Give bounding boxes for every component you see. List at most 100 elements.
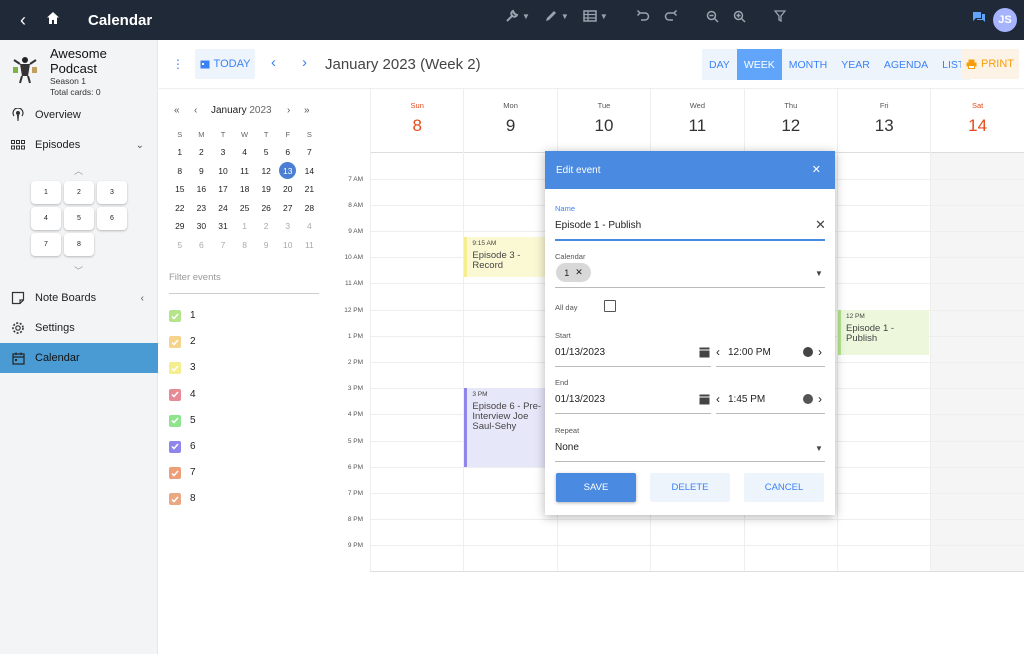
print-button[interactable]: PRINT [961,49,1019,79]
episode-tile[interactable]: 5 [64,207,94,230]
episode-tile[interactable]: 8 [64,233,94,256]
day-header-wed[interactable]: Wed 11 [650,89,743,153]
mini-day[interactable]: 30 [191,217,213,236]
delete-button[interactable]: DELETE [650,473,730,502]
nav-note-boards[interactable]: Note Boards ‹ [0,284,158,312]
calendar-filter-item[interactable]: 8 [169,493,196,519]
day-header-mon[interactable]: Mon 9 [463,89,556,153]
mini-day[interactable]: 1 [234,217,256,236]
mini-day[interactable]: 27 [277,199,299,218]
calendar-filter-item[interactable]: 2 [169,336,196,362]
calendar-event[interactable]: 12 PM Episode 1 - Publish [838,309,930,356]
episode-tile[interactable]: 7 [31,233,61,256]
chevron-down-icon[interactable]: ⌄ [136,140,144,151]
cancel-button[interactable]: CANCEL [744,473,824,502]
end-date-field[interactable]: 01/13/2023 [555,394,605,405]
start-time-prev-icon[interactable]: ‹ [716,345,720,359]
next-year-icon[interactable]: » [304,105,310,116]
zoom-in-icon[interactable] [733,10,746,23]
more-vert-icon[interactable]: ⋮ [172,57,184,71]
mini-day[interactable]: 8 [234,236,256,255]
mini-day[interactable]: 11 [299,236,321,255]
mini-day[interactable]: 6 [277,143,299,162]
calendar-filter-item[interactable]: 1 [169,310,196,336]
undo-icon[interactable] [636,10,650,22]
scroll-up-icon[interactable]: ︿ [74,164,83,177]
clear-icon[interactable]: ✕ [815,217,826,233]
calendar-filter-item[interactable]: 7 [169,467,196,493]
allday-checkbox[interactable] [604,300,616,312]
filter-icon[interactable] [773,10,786,22]
end-time-field[interactable]: 1:45 PM [728,394,765,405]
calendar-filter-item[interactable]: 6 [169,440,196,467]
user-avatar[interactable]: JS [993,8,1017,32]
date-picker-icon[interactable] [699,392,710,410]
date-picker-icon[interactable] [699,345,710,363]
start-time-field[interactable]: 12:00 PM [728,347,771,358]
mini-day[interactable]: 24 [212,199,234,218]
calendar-event[interactable]: 9:15 AM Episode 3 - Record [464,237,556,277]
scroll-down-icon[interactable]: ﹀ [74,264,83,277]
repeat-dropdown-icon[interactable]: ▼ [815,444,823,453]
mini-day[interactable]: 10 [212,162,234,181]
mini-day[interactable]: 9 [191,162,213,181]
clock-icon[interactable] [803,347,813,357]
repeat-select[interactable]: None [555,442,579,453]
mini-day-selected[interactable]: 13 [277,162,299,181]
prev-month-icon[interactable]: ‹ [194,105,197,116]
mini-day[interactable]: 18 [234,180,256,199]
nav-settings[interactable]: Settings [0,314,158,342]
calendar-filter-item[interactable]: 5 [169,414,196,441]
today-button[interactable]: TODAY [195,49,255,79]
mini-day[interactable]: 14 [299,162,321,181]
zoom-out-icon[interactable] [706,10,719,23]
checkbox-checked-icon[interactable] [169,362,181,375]
calendar-chip[interactable]: 1 ✕ [556,263,591,282]
mini-day[interactable]: 16 [191,180,213,199]
mini-day[interactable]: 21 [299,180,321,199]
episode-tile[interactable]: 2 [64,181,94,204]
episode-tile[interactable]: 3 [97,181,127,204]
mini-day[interactable]: 3 [212,143,234,162]
save-button[interactable]: SAVE [556,473,636,502]
mini-day[interactable]: 6 [191,236,213,255]
checkbox-checked-icon[interactable] [169,336,181,349]
mini-day[interactable]: 19 [255,180,277,199]
chat-icon[interactable] [972,11,986,29]
checkbox-checked-icon[interactable] [169,493,181,506]
name-field[interactable]: Episode 1 - Publish [555,220,641,231]
clock-icon[interactable] [803,394,813,404]
mini-day[interactable]: 3 [277,217,299,236]
calendar-filter-item[interactable]: 4 [169,388,196,415]
prev-week-icon[interactable]: ‹ [271,54,276,71]
home-icon[interactable] [46,11,68,30]
day-header-fri[interactable]: Fri 13 [837,89,930,153]
mini-day[interactable]: 4 [299,217,321,236]
mini-day[interactable]: 23 [191,199,213,218]
end-time-prev-icon[interactable]: ‹ [716,392,720,406]
view-month-button[interactable]: MONTH [781,49,835,80]
mini-day[interactable]: 2 [255,217,277,236]
episode-tile[interactable]: 1 [31,181,61,204]
episode-tile[interactable]: 6 [97,207,127,230]
mini-day[interactable]: 5 [255,143,277,162]
nav-calendar[interactable]: Calendar [0,343,158,373]
mini-day[interactable]: 4 [234,143,256,162]
table-dropdown[interactable]: ▼ [583,10,608,22]
next-week-icon[interactable]: › [302,54,307,71]
close-icon[interactable]: ✕ [812,163,821,176]
prev-year-icon[interactable]: « [174,105,180,116]
checkbox-checked-icon[interactable] [169,388,181,401]
end-time-next-icon[interactable]: › [818,392,822,406]
mini-day[interactable]: 22 [169,199,191,218]
mini-day[interactable]: 5 [169,236,191,255]
day-header-tue[interactable]: Tue 10 [556,89,650,153]
chip-remove-icon[interactable]: ✕ [575,267,583,278]
mini-day[interactable]: 26 [255,199,277,218]
pen-dropdown[interactable]: ▼ [544,9,569,23]
day-header-sat[interactable]: Sat 14 [930,89,1023,153]
start-time-next-icon[interactable]: › [818,345,822,359]
start-date-field[interactable]: 01/13/2023 [555,347,605,358]
mini-day[interactable]: 20 [277,180,299,199]
mini-day[interactable]: 11 [234,162,256,181]
